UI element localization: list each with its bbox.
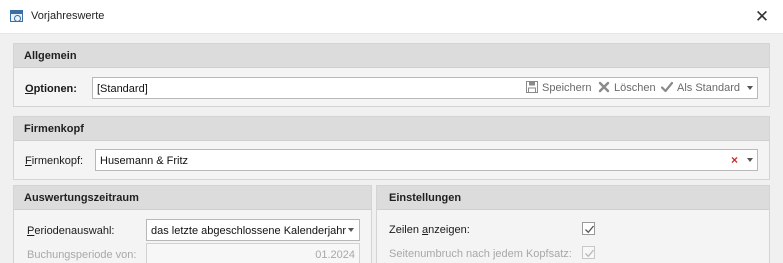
delete-label: Löschen <box>614 82 656 94</box>
title-bar: Vorjahreswerte ✕ <box>0 0 783 34</box>
set-default-button[interactable]: Als Standard <box>660 81 740 96</box>
show-rows-label: Zeilen anzeigen: <box>389 224 470 236</box>
period-selection-label: Periodenauswahl: <box>27 225 115 237</box>
checkmark-icon <box>585 225 595 234</box>
panel-auswertungszeitraum-header: Auswertungszeitraum <box>14 186 371 210</box>
panel-einstellungen: Einstellungen Zeilen anzeigen: Seitenumb… <box>376 185 770 263</box>
panel-einstellungen-header: Einstellungen <box>377 186 769 210</box>
options-value: [Standard] <box>97 83 148 95</box>
set-default-label: Als Standard <box>677 82 740 94</box>
clear-icon[interactable]: × <box>731 153 738 167</box>
panel-firmenkopf-header: Firmenkopf <box>14 117 769 141</box>
save-icon <box>526 81 538 93</box>
period-selection-dropdown[interactable]: das letzte abgeschlossene Kalenderjahr <box>146 219 360 241</box>
delete-icon <box>598 81 610 93</box>
firmenkopf-combobox[interactable]: Husemann & Fritz × <box>95 149 758 171</box>
chevron-down-icon[interactable] <box>747 158 753 162</box>
save-label: Speichern <box>542 82 592 94</box>
firmenkopf-label: Firmenkopf: <box>25 155 84 167</box>
close-button[interactable]: ✕ <box>751 7 773 27</box>
delete-button[interactable]: Löschen <box>598 81 656 96</box>
window-app-icon <box>10 10 23 22</box>
panel-allgemein-header: Allgemein <box>14 44 769 68</box>
panel-auswertungszeitraum: Auswertungszeitraum Periodenauswahl: das… <box>13 185 372 263</box>
options-combobox[interactable]: [Standard] Speichern Löschen Als Standar… <box>92 77 758 99</box>
period-selection-value: das letzte abgeschlossene Kalenderjahr <box>151 225 347 237</box>
page-break-label: Seitenumbruch nach jedem Kopfsatz: <box>389 248 572 260</box>
options-label: Optionen: <box>25 83 77 95</box>
checkmark-icon <box>660 81 674 93</box>
booking-period-label: Buchungsperiode von: <box>27 249 137 261</box>
checkmark-icon <box>585 249 595 258</box>
page-break-checkbox[interactable] <box>582 246 595 259</box>
panel-firmenkopf: Firmenkopf Firmenkopf: Husemann & Fritz … <box>13 116 770 180</box>
booking-period-value: 01.2024 <box>315 249 355 261</box>
chevron-down-icon[interactable] <box>747 86 753 90</box>
save-button[interactable]: Speichern <box>526 81 592 96</box>
window-title: Vorjahreswerte <box>31 10 105 22</box>
firmenkopf-value: Husemann & Fritz <box>100 155 189 167</box>
show-rows-checkbox[interactable] <box>582 222 595 235</box>
booking-period-field[interactable]: 01.2024 <box>146 243 360 263</box>
chevron-down-icon[interactable] <box>348 228 354 232</box>
panel-allgemein: Allgemein Optionen: [Standard] Speichern… <box>13 43 770 107</box>
